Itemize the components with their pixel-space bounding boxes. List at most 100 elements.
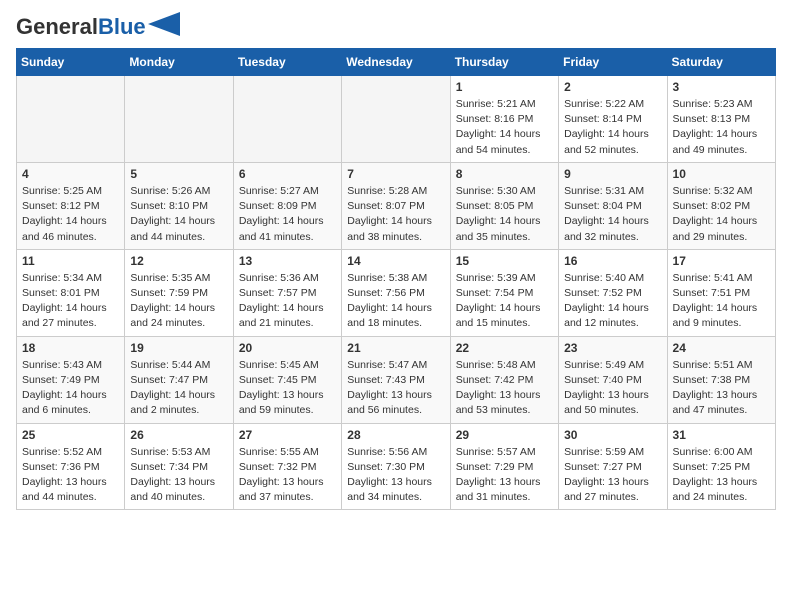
day-number: 4 — [22, 167, 119, 181]
day-detail: Sunrise: 5:57 AMSunset: 7:29 PMDaylight:… — [456, 445, 553, 506]
day-number: 2 — [564, 80, 661, 94]
day-detail: Sunrise: 5:44 AMSunset: 7:47 PMDaylight:… — [130, 358, 227, 419]
calendar-cell: 27 Sunrise: 5:55 AMSunset: 7:32 PMDayligh… — [233, 423, 341, 510]
calendar-week-row: 11Sunrise: 5:34 AMSunset: 8:01 PMDayligh… — [17, 249, 776, 336]
calendar-cell: 10 Sunrise: 5:32 AMSunset: 8:02 PMDayligh… — [667, 162, 775, 249]
calendar-cell: 8 Sunrise: 5:30 AMSunset: 8:05 PMDaylight… — [450, 162, 558, 249]
day-number: 26 — [130, 428, 227, 442]
day-number: 14 — [347, 254, 444, 268]
calendar-cell: 15Sunrise: 5:39 AMSunset: 7:54 PMDayligh… — [450, 249, 558, 336]
day-detail: Sunrise: 5:35 AMSunset: 7:59 PMDaylight:… — [130, 271, 227, 332]
calendar-cell: 20 Sunrise: 5:45 AMSunset: 7:45 PMDayligh… — [233, 336, 341, 423]
calendar-cell: 17Sunrise: 5:41 AMSunset: 7:51 PMDayligh… — [667, 249, 775, 336]
day-detail: Sunrise: 5:55 AMSunset: 7:32 PMDaylight:… — [239, 445, 336, 506]
day-number: 27 — [239, 428, 336, 442]
calendar-cell: 9 Sunrise: 5:31 AMSunset: 8:04 PMDaylight… — [559, 162, 667, 249]
day-number: 15 — [456, 254, 553, 268]
logo: GeneralBlue — [16, 16, 180, 38]
day-number: 6 — [239, 167, 336, 181]
calendar-week-row: 1 Sunrise: 5:21 AMSunset: 8:16 PMDaylight… — [17, 76, 776, 163]
calendar-cell — [342, 76, 450, 163]
day-number: 3 — [673, 80, 770, 94]
calendar-cell: 25Sunrise: 5:52 AMSunset: 7:36 PMDayligh… — [17, 423, 125, 510]
day-detail: Sunrise: 5:45 AMSunset: 7:45 PMDaylight:… — [239, 358, 336, 419]
day-number: 7 — [347, 167, 444, 181]
calendar-cell: 11Sunrise: 5:34 AMSunset: 8:01 PMDayligh… — [17, 249, 125, 336]
calendar-cell: 13 Sunrise: 5:36 AMSunset: 7:57 PMDayligh… — [233, 249, 341, 336]
calendar-cell: 4 Sunrise: 5:25 AMSunset: 8:12 PMDaylight… — [17, 162, 125, 249]
calendar-week-row: 18 Sunrise: 5:43 AMSunset: 7:49 PMDayligh… — [17, 336, 776, 423]
day-number: 5 — [130, 167, 227, 181]
day-of-week-header: Friday — [559, 49, 667, 76]
day-of-week-header: Monday — [125, 49, 233, 76]
day-number: 16 — [564, 254, 661, 268]
day-number: 11 — [22, 254, 119, 268]
day-detail: Sunrise: 5:41 AMSunset: 7:51 PMDaylight:… — [673, 271, 770, 332]
day-detail: Sunrise: 5:48 AMSunset: 7:42 PMDaylight:… — [456, 358, 553, 419]
day-number: 30 — [564, 428, 661, 442]
day-number: 25 — [22, 428, 119, 442]
day-detail: Sunrise: 5:30 AMSunset: 8:05 PMDaylight:… — [456, 184, 553, 245]
calendar-cell: 12 Sunrise: 5:35 AMSunset: 7:59 PMDayligh… — [125, 249, 233, 336]
day-number: 13 — [239, 254, 336, 268]
day-detail: Sunrise: 5:56 AMSunset: 7:30 PMDaylight:… — [347, 445, 444, 506]
day-number: 9 — [564, 167, 661, 181]
day-of-week-header: Tuesday — [233, 49, 341, 76]
day-detail: Sunrise: 5:22 AMSunset: 8:14 PMDaylight:… — [564, 97, 661, 158]
day-number: 12 — [130, 254, 227, 268]
calendar-cell: 29 Sunrise: 5:57 AMSunset: 7:29 PMDayligh… — [450, 423, 558, 510]
day-detail: Sunrise: 5:47 AMSunset: 7:43 PMDaylight:… — [347, 358, 444, 419]
day-detail: Sunrise: 6:00 AMSunset: 7:25 PMDaylight:… — [673, 445, 770, 506]
day-detail: Sunrise: 5:25 AMSunset: 8:12 PMDaylight:… — [22, 184, 119, 245]
calendar-cell: 22 Sunrise: 5:48 AMSunset: 7:42 PMDayligh… — [450, 336, 558, 423]
calendar-table: SundayMondayTuesdayWednesdayThursdayFrid… — [16, 48, 776, 510]
day-number: 31 — [673, 428, 770, 442]
day-detail: Sunrise: 5:21 AMSunset: 8:16 PMDaylight:… — [456, 97, 553, 158]
calendar-cell: 24 Sunrise: 5:51 AMSunset: 7:38 PMDayligh… — [667, 336, 775, 423]
calendar-cell: 1 Sunrise: 5:21 AMSunset: 8:16 PMDaylight… — [450, 76, 558, 163]
day-detail: Sunrise: 5:49 AMSunset: 7:40 PMDaylight:… — [564, 358, 661, 419]
calendar-cell: 14 Sunrise: 5:38 AMSunset: 7:56 PMDayligh… — [342, 249, 450, 336]
day-number: 24 — [673, 341, 770, 355]
day-detail: Sunrise: 5:28 AMSunset: 8:07 PMDaylight:… — [347, 184, 444, 245]
calendar-cell: 16 Sunrise: 5:40 AMSunset: 7:52 PMDayligh… — [559, 249, 667, 336]
calendar-cell: 30 Sunrise: 5:59 AMSunset: 7:27 PMDayligh… — [559, 423, 667, 510]
day-number: 28 — [347, 428, 444, 442]
day-detail: Sunrise: 5:38 AMSunset: 7:56 PMDaylight:… — [347, 271, 444, 332]
day-detail: Sunrise: 5:23 AMSunset: 8:13 PMDaylight:… — [673, 97, 770, 158]
day-number: 1 — [456, 80, 553, 94]
day-detail: Sunrise: 5:51 AMSunset: 7:38 PMDaylight:… — [673, 358, 770, 419]
day-of-week-header: Saturday — [667, 49, 775, 76]
day-number: 22 — [456, 341, 553, 355]
day-detail: Sunrise: 5:27 AMSunset: 8:09 PMDaylight:… — [239, 184, 336, 245]
day-number: 10 — [673, 167, 770, 181]
day-detail: Sunrise: 5:36 AMSunset: 7:57 PMDaylight:… — [239, 271, 336, 332]
day-of-week-header: Thursday — [450, 49, 558, 76]
day-detail: Sunrise: 5:59 AMSunset: 7:27 PMDaylight:… — [564, 445, 661, 506]
day-number: 29 — [456, 428, 553, 442]
calendar-cell: 21 Sunrise: 5:47 AMSunset: 7:43 PMDayligh… — [342, 336, 450, 423]
day-detail: Sunrise: 5:31 AMSunset: 8:04 PMDaylight:… — [564, 184, 661, 245]
logo-icon — [148, 12, 180, 36]
day-number: 8 — [456, 167, 553, 181]
calendar-cell: 6 Sunrise: 5:27 AMSunset: 8:09 PMDaylight… — [233, 162, 341, 249]
calendar-cell: 2 Sunrise: 5:22 AMSunset: 8:14 PMDaylight… — [559, 76, 667, 163]
day-detail: Sunrise: 5:26 AMSunset: 8:10 PMDaylight:… — [130, 184, 227, 245]
calendar-cell: 23 Sunrise: 5:49 AMSunset: 7:40 PMDayligh… — [559, 336, 667, 423]
calendar-cell: 31 Sunrise: 6:00 AMSunset: 7:25 PMDayligh… — [667, 423, 775, 510]
day-number: 18 — [22, 341, 119, 355]
day-detail: Sunrise: 5:40 AMSunset: 7:52 PMDaylight:… — [564, 271, 661, 332]
day-detail: Sunrise: 5:43 AMSunset: 7:49 PMDaylight:… — [22, 358, 119, 419]
day-of-week-header: Wednesday — [342, 49, 450, 76]
day-number: 23 — [564, 341, 661, 355]
calendar-cell — [17, 76, 125, 163]
calendar-cell: 26Sunrise: 5:53 AMSunset: 7:34 PMDayligh… — [125, 423, 233, 510]
day-of-week-header: Sunday — [17, 49, 125, 76]
day-detail: Sunrise: 5:32 AMSunset: 8:02 PMDaylight:… — [673, 184, 770, 245]
day-number: 19 — [130, 341, 227, 355]
calendar-week-row: 4 Sunrise: 5:25 AMSunset: 8:12 PMDaylight… — [17, 162, 776, 249]
calendar-cell — [233, 76, 341, 163]
day-number: 20 — [239, 341, 336, 355]
calendar-cell — [125, 76, 233, 163]
day-number: 21 — [347, 341, 444, 355]
